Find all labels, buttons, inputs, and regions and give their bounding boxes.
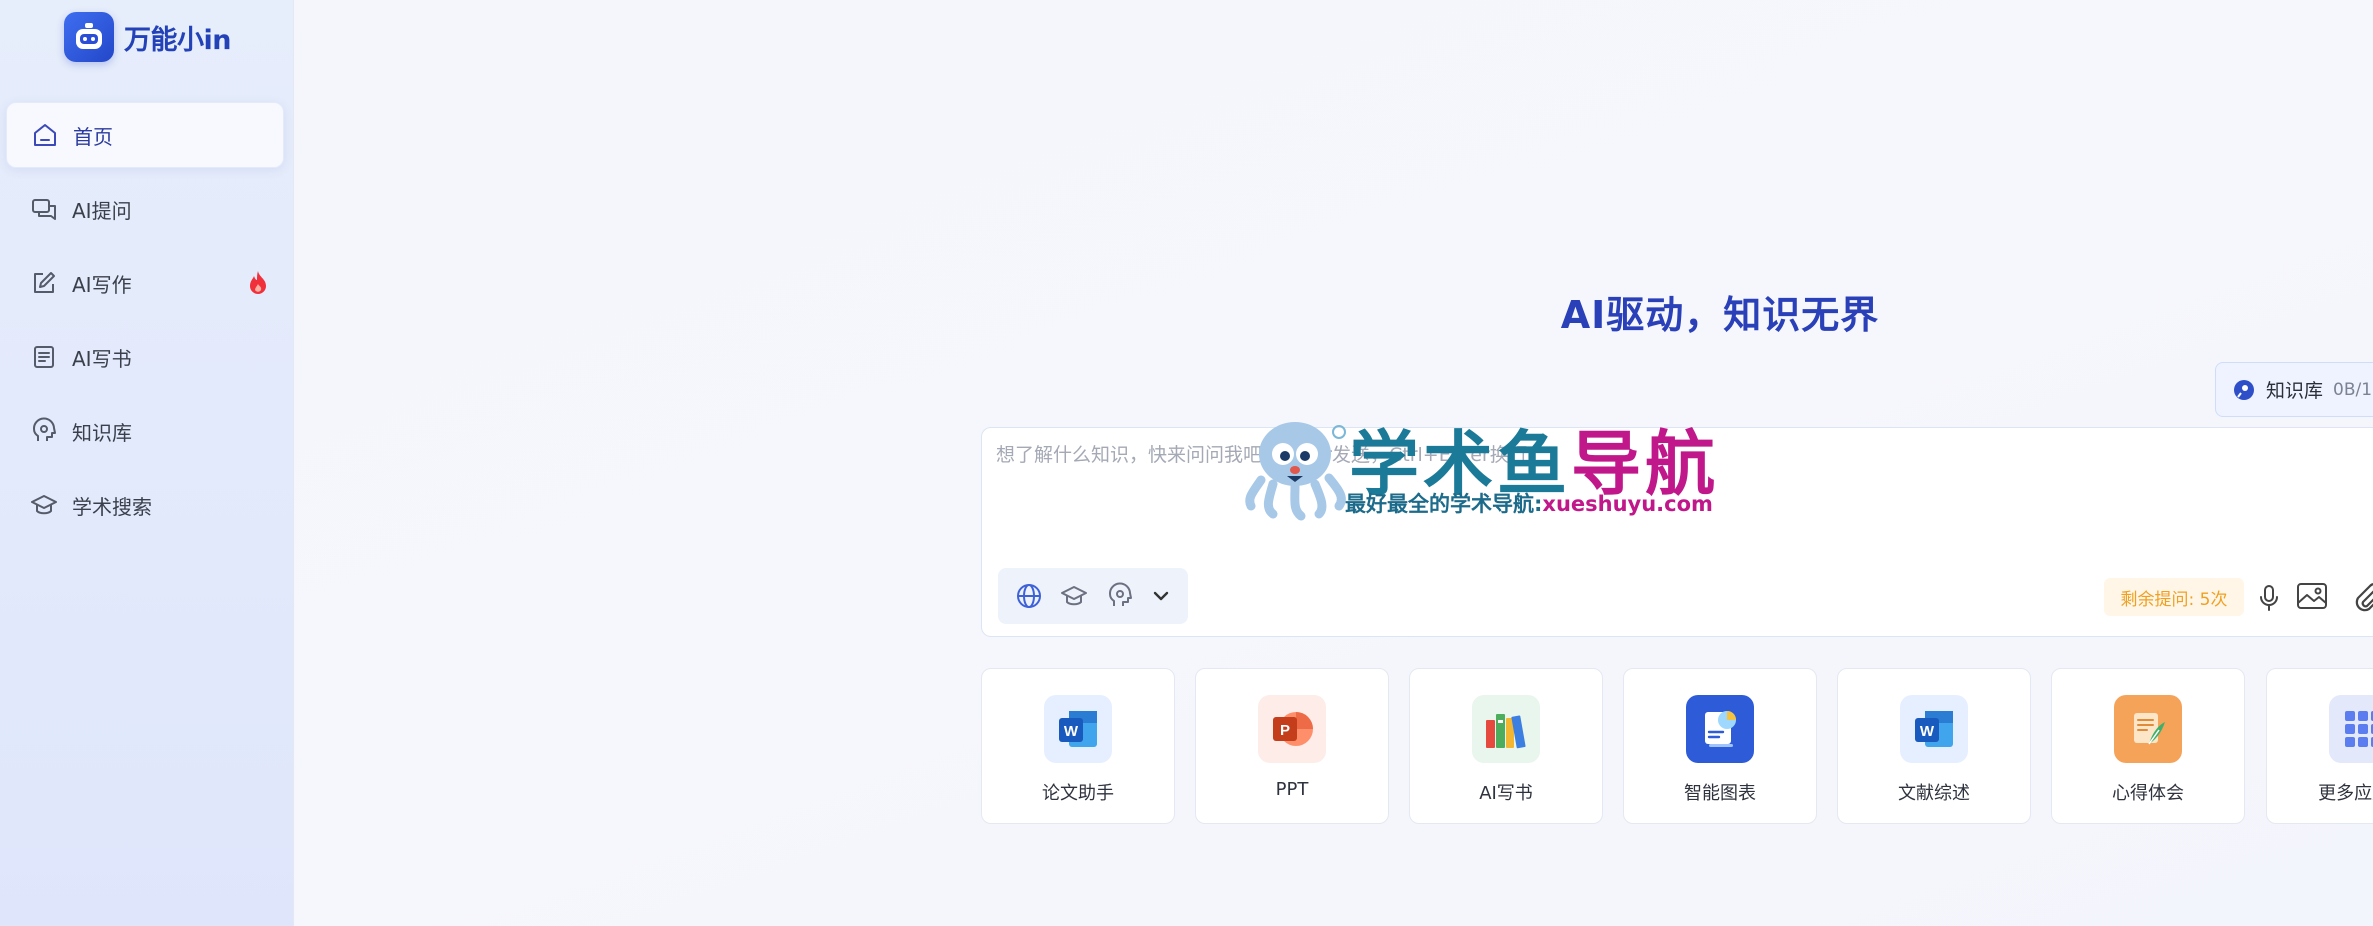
app-card-ai-book[interactable]: AI写书 bbox=[1409, 668, 1603, 824]
knowledge-icon bbox=[32, 417, 56, 441]
sidebar-item-home[interactable]: 首页 bbox=[6, 102, 284, 168]
knowledge-icon bbox=[1108, 582, 1132, 606]
sidebar-item-label: 首页 bbox=[73, 124, 113, 149]
graduation-cap-icon bbox=[31, 495, 57, 515]
paperclip-icon bbox=[2355, 583, 2373, 612]
sidebar-item-label: AI写书 bbox=[72, 346, 132, 371]
grid-apps-icon bbox=[2329, 695, 2373, 763]
app-card-paper-assistant[interactable]: W 论文助手 bbox=[981, 668, 1175, 824]
svg-text:P: P bbox=[1280, 722, 1290, 739]
app-logo[interactable]: 万能小in bbox=[64, 12, 231, 62]
sidebar-item-label: AI写作 bbox=[72, 272, 132, 297]
sidebar-item-ai-book[interactable]: AI写书 bbox=[6, 324, 284, 390]
sidebar-item-knowledge[interactable]: 知识库 bbox=[6, 398, 284, 464]
app-card-literature-review[interactable]: W 文献综述 bbox=[1837, 668, 2031, 824]
app-card-ppt[interactable]: P PPT bbox=[1195, 668, 1389, 824]
knowledge-icon bbox=[2234, 379, 2254, 400]
globe-icon bbox=[1016, 584, 1041, 608]
more-tools-dropdown[interactable] bbox=[1151, 586, 1171, 606]
knowledge-mode-toggle[interactable] bbox=[1106, 582, 1134, 610]
image-icon bbox=[2297, 583, 2327, 609]
app-card-label: 智能图表 bbox=[1684, 783, 1756, 804]
app-name: 万能小in bbox=[124, 24, 231, 56]
knowledge-base-button[interactable]: 知识库 0B/10MB bbox=[2215, 362, 2373, 417]
sidebar-item-label: 学术搜索 bbox=[72, 494, 152, 519]
octopus-mascot-icon bbox=[1245, 422, 1346, 521]
chart-icon bbox=[1686, 695, 1754, 763]
voice-input-button[interactable] bbox=[2258, 584, 2280, 616]
academic-mode-toggle[interactable] bbox=[1060, 582, 1088, 610]
book-icon bbox=[34, 346, 54, 368]
robot-logo-icon bbox=[64, 12, 114, 62]
sidebar-item-label: AI提问 bbox=[72, 198, 132, 223]
watermark-subtitle-part-b: xueshuyu.com bbox=[1542, 492, 1713, 516]
svg-text:W: W bbox=[1920, 723, 1935, 740]
remaining-questions-badge: 剩余提问: 5次 bbox=[2104, 578, 2244, 616]
knowledge-base-label: 知识库 bbox=[2266, 380, 2324, 402]
app-card-label: 心得体会 bbox=[2112, 783, 2184, 804]
web-search-toggle[interactable] bbox=[1015, 582, 1043, 610]
image-upload-button[interactable] bbox=[2296, 581, 2328, 615]
watermark-subtitle: 最好最全的学术导航:xueshuyu.com bbox=[1345, 488, 1713, 518]
sidebar-nav: 首页 AI提问 AI写作 AI写书 知识库 学术搜索 bbox=[6, 102, 284, 546]
sidebar-item-label: 知识库 bbox=[72, 420, 132, 445]
microphone-icon bbox=[2260, 585, 2278, 611]
app-card-label: 文献综述 bbox=[1898, 783, 1970, 804]
input-tools bbox=[998, 568, 1188, 624]
more-apps-label: 更多应用 bbox=[2318, 783, 2373, 804]
app-card-more-apps[interactable]: 更多应用 bbox=[2266, 668, 2373, 824]
main-content: AI驱动，知识无界 知识库 0B/10MB 想了解什么知识，快来问问我吧！Ent… bbox=[295, 0, 2373, 926]
sidebar-item-ai-ask[interactable]: AI提问 bbox=[6, 176, 284, 242]
sidebar-item-academic-search[interactable]: 学术搜索 bbox=[6, 472, 284, 538]
chevron-down-icon bbox=[1154, 591, 1169, 601]
app-card-reflections[interactable]: 心得体会 bbox=[2051, 668, 2245, 824]
word-doc-icon: W bbox=[1900, 695, 1968, 763]
sidebar-item-ai-writing[interactable]: AI写作 bbox=[6, 250, 284, 316]
fire-icon bbox=[250, 271, 266, 294]
watermark-logo: 学术鱼导航 最好最全的学术导航:xueshuyu.com bbox=[1243, 408, 1723, 528]
books-icon bbox=[1472, 695, 1540, 763]
scroll-quill-icon bbox=[2114, 695, 2182, 763]
home-icon bbox=[34, 124, 56, 146]
graduation-cap-icon bbox=[1061, 586, 1088, 606]
app-card-smart-chart[interactable]: 智能图表 bbox=[1623, 668, 1817, 824]
app-card-label: AI写书 bbox=[1479, 783, 1533, 804]
watermark-subtitle-part-a: 最好最全的学术导航: bbox=[1345, 492, 1543, 516]
page-headline: AI驱动，知识无界 bbox=[1560, 293, 1880, 337]
knowledge-base-usage: 0B/10MB bbox=[2333, 379, 2373, 400]
ppt-icon: P bbox=[1258, 695, 1326, 763]
app-card-label: PPT bbox=[1275, 779, 1309, 800]
sidebar: 万能小in 首页 AI提问 AI写作 AI写书 知识库 学术搜索 bbox=[0, 0, 294, 926]
app-cards: W 论文助手 P PPT AI写书 智能图表 W 文献综述 心得体会 更多应 bbox=[981, 668, 2373, 824]
edit-icon bbox=[34, 272, 55, 293]
app-card-label: 论文助手 bbox=[1042, 783, 1114, 804]
word-doc-icon: W bbox=[1044, 695, 1112, 763]
app-card-label: 更多应用 bbox=[2267, 779, 2373, 805]
attach-file-button[interactable] bbox=[2352, 581, 2373, 617]
chat-icon bbox=[32, 199, 56, 220]
svg-text:W: W bbox=[1064, 723, 1079, 740]
